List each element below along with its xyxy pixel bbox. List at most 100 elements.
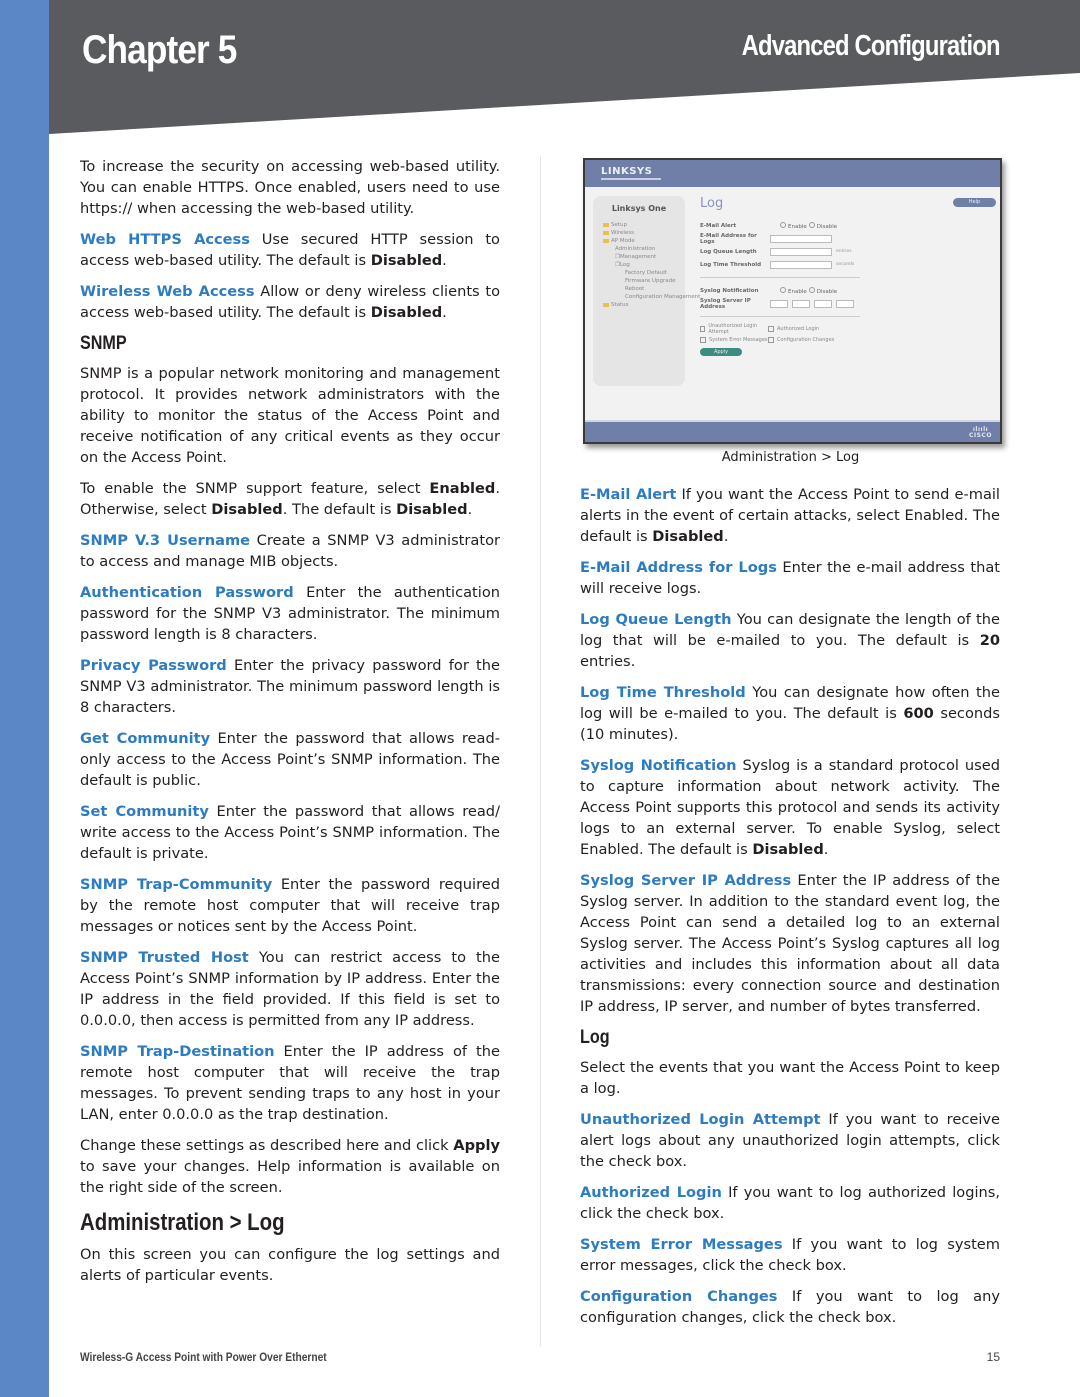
unauthorized-login-checkbox[interactable]: Unauthorized Login Attempt bbox=[700, 323, 768, 335]
https-intro: To increase the security on accessing we… bbox=[80, 158, 500, 217]
log-heading: Log bbox=[580, 1027, 610, 1048]
term-label: SNMP Trap-Destination bbox=[80, 1043, 275, 1060]
folder-icon bbox=[603, 238, 609, 243]
log-page-title: Log bbox=[700, 196, 724, 211]
term-label: E-Mail Address for Logs bbox=[580, 559, 777, 576]
email-address-input[interactable] bbox=[770, 234, 832, 243]
term-label: Unauthorized Login Attempt bbox=[580, 1111, 821, 1128]
email-alert-row: E-Mail Alert Enable Disable bbox=[700, 221, 838, 230]
nav-item-reboot[interactable]: Reboot bbox=[625, 285, 685, 293]
nav-item-setup[interactable]: Setup bbox=[603, 221, 685, 229]
web-https-access-item: Web HTTPS Access Use secured HTTP sessio… bbox=[80, 231, 500, 269]
figure-top-bar: LINKSYS bbox=[585, 160, 1000, 187]
ip-octet-1-input[interactable] bbox=[770, 299, 788, 308]
syslog-server-item: Syslog Server IP Address Enter the IP ad… bbox=[580, 872, 1000, 1015]
get-community-item: Get Community Enter the password that al… bbox=[80, 730, 500, 789]
log-intro: Select the events that you want the Acce… bbox=[580, 1059, 1000, 1097]
authorized-login-checkbox[interactable]: Authorized Login bbox=[768, 325, 836, 332]
nav-item-administration[interactable]: Administration bbox=[615, 245, 685, 253]
snmp-v3-username-item: SNMP V.3 Username Create a SNMP V3 admin… bbox=[80, 532, 500, 570]
snmp-heading: SNMP bbox=[80, 333, 127, 354]
email-address-item: E-Mail Address for Logs Enter the e-mail… bbox=[580, 559, 1000, 597]
snmp-trusted-host-item: SNMP Trusted Host You can restrict acces… bbox=[80, 949, 501, 1029]
divider bbox=[700, 316, 860, 317]
snmp-trap-community-item: SNMP Trap-Community Enter the password r… bbox=[80, 876, 501, 935]
snmp-intro: SNMP is a popular network monitoring and… bbox=[80, 365, 500, 466]
logo-tagline bbox=[601, 178, 661, 180]
apply-note: Change these settings as described here … bbox=[80, 1137, 500, 1196]
queue-length-input[interactable] bbox=[770, 247, 832, 256]
authorized-login-item: Authorized Login If you want to log auth… bbox=[580, 1184, 1000, 1222]
divider bbox=[700, 277, 860, 278]
ip-octet-3-input[interactable] bbox=[814, 299, 832, 308]
chapter-side-bar bbox=[0, 0, 49, 1397]
nav-title: Linksys One bbox=[611, 204, 667, 213]
syslog-server-row: Syslog Server IP Address bbox=[700, 297, 990, 310]
figure-caption: Administration > Log bbox=[721, 450, 860, 465]
left-column: To increase the security on accessing we… bbox=[80, 156, 500, 1296]
apply-button[interactable]: Apply bbox=[700, 348, 742, 356]
queue-length-row: Log Queue Length entries bbox=[700, 247, 852, 256]
term-label: Log Time Threshold bbox=[580, 684, 746, 701]
log-screenshot-figure: LINKSYS Linksys One Setup Wireless AP Mo… bbox=[583, 158, 1002, 444]
log-time-threshold-item: Log Time Threshold You can designate how… bbox=[580, 684, 1000, 743]
cisco-logo: ılıılı CISCO bbox=[969, 426, 992, 439]
term-label: System Error Messages bbox=[580, 1236, 783, 1253]
footer-divider bbox=[540, 1336, 541, 1346]
nav-item-firmware-upgrade[interactable]: Firmware Upgrade bbox=[625, 277, 685, 285]
ip-octet-4-input[interactable] bbox=[836, 299, 854, 308]
term-label: E-Mail Alert bbox=[580, 486, 677, 503]
section-title: Advanced Configuration bbox=[741, 30, 1001, 62]
configuration-changes-checkbox[interactable]: Configuration Changes bbox=[768, 336, 836, 343]
term-label: SNMP Trusted Host bbox=[80, 949, 249, 966]
term-label: Authorized Login bbox=[580, 1184, 722, 1201]
nav-item-wireless[interactable]: Wireless bbox=[603, 229, 685, 237]
figure-bottom-bar: ılıılı CISCO bbox=[585, 420, 1000, 442]
term-label: Set Community bbox=[80, 803, 209, 820]
figure-nav-panel: Linksys One Setup Wireless AP Mode Admin… bbox=[593, 196, 700, 386]
term-label: Web HTTPS Access bbox=[80, 231, 250, 248]
disable-radio[interactable] bbox=[808, 286, 815, 293]
term-label: Syslog Notification bbox=[580, 757, 737, 774]
column-divider bbox=[540, 156, 541, 1336]
term-label: Authentication Password bbox=[80, 584, 294, 601]
email-address-row: E-Mail Address for Logs bbox=[700, 232, 990, 245]
nav-item-management[interactable]: ❐Management bbox=[615, 253, 685, 261]
ip-octet-2-input[interactable] bbox=[792, 299, 810, 308]
nav-item-factory-default[interactable]: Factory Default bbox=[625, 269, 685, 277]
time-threshold-input[interactable] bbox=[770, 260, 832, 269]
chapter-title: Chapter 5 bbox=[82, 28, 237, 72]
snmp-trap-destination-item: SNMP Trap-Destination Enter the IP addre… bbox=[80, 1043, 500, 1123]
term-label: Log Queue Length bbox=[580, 611, 732, 628]
term-label: Syslog Server IP Address bbox=[580, 872, 792, 889]
folder-icon bbox=[603, 302, 609, 307]
nav-item-status[interactable]: Status bbox=[603, 301, 685, 309]
snmp-enable-note: To enable the SNMP support feature, sele… bbox=[80, 480, 500, 518]
folder-icon bbox=[603, 222, 609, 227]
enable-radio[interactable] bbox=[780, 286, 786, 293]
footer-product-name: Wireless-G Access Point with Power Over … bbox=[80, 1350, 327, 1364]
syslog-notification-row: Syslog Notification Enable Disable bbox=[700, 286, 838, 295]
nav-item-log[interactable]: ❐Log bbox=[615, 261, 685, 269]
enable-radio[interactable] bbox=[780, 221, 786, 228]
set-community-item: Set Community Enter the password that al… bbox=[80, 803, 500, 862]
privacy-password-item: Privacy Password Enter the privacy passw… bbox=[80, 657, 500, 716]
term-label: SNMP Trap-Community bbox=[80, 876, 273, 893]
page-number: 15 bbox=[986, 1350, 1000, 1364]
disable-radio[interactable] bbox=[808, 221, 815, 228]
folder-icon bbox=[603, 230, 609, 235]
term-label: Get Community bbox=[80, 730, 211, 747]
administration-log-intro: On this screen you can configure the log… bbox=[80, 1246, 500, 1284]
time-threshold-row: Log Time Threshold seconds bbox=[700, 260, 855, 269]
system-error-checkbox[interactable]: System Error Messages bbox=[700, 336, 768, 343]
term-label: Configuration Changes bbox=[580, 1288, 778, 1305]
figure-main-panel: Log E-Mail Alert Enable Disable E-Mail Ad… bbox=[700, 196, 990, 356]
nav-item-ap-mode[interactable]: AP Mode bbox=[603, 237, 685, 245]
syslog-notification-item: Syslog Notification Syslog is a standard… bbox=[580, 757, 1000, 858]
term-label: SNMP V.3 Username bbox=[80, 532, 251, 549]
email-alert-item: E-Mail Alert If you want the Access Poin… bbox=[580, 486, 1000, 545]
administration-log-heading: Administration > Log bbox=[80, 1209, 285, 1236]
configuration-changes-item: Configuration Changes If you want to log… bbox=[580, 1288, 1000, 1326]
nav-item-configuration-management[interactable]: Configuration Management bbox=[625, 293, 700, 301]
term-label: Wireless Web Access bbox=[80, 283, 255, 300]
